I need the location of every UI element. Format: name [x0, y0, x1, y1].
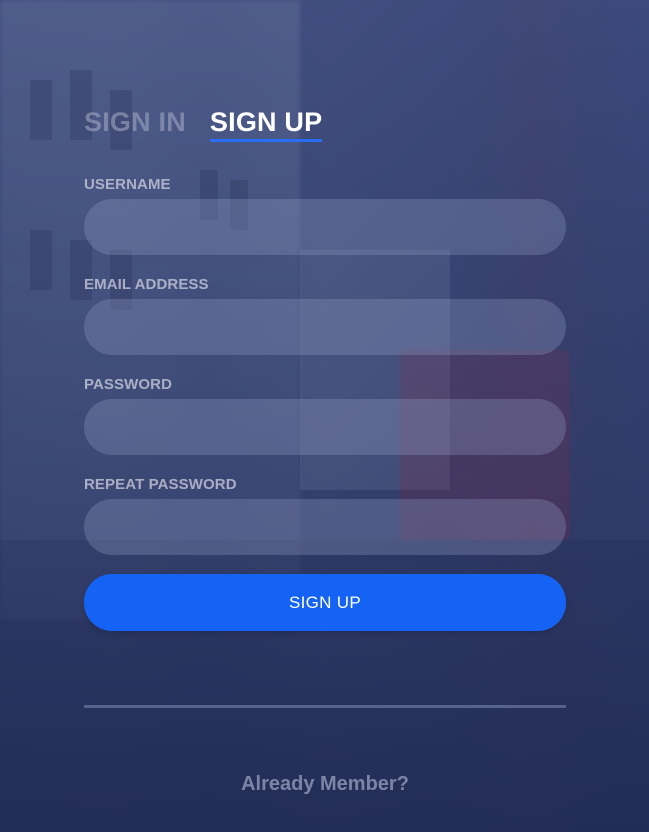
auth-tabs: SIGN IN SIGN UP	[84, 100, 566, 142]
repeat-password-field-group: REPEAT PASSWORD	[84, 476, 566, 555]
repeat-password-label: REPEAT PASSWORD	[84, 476, 237, 493]
signup-form: USERNAME EMAIL ADDRESS PASSWORD REPEAT P…	[84, 176, 566, 631]
email-input[interactable]	[84, 299, 566, 355]
password-input[interactable]	[84, 399, 566, 455]
sign-up-button[interactable]: SIGN UP	[84, 574, 566, 631]
password-field-group: PASSWORD	[84, 376, 566, 455]
password-label: PASSWORD	[84, 376, 173, 393]
repeat-password-input[interactable]	[84, 499, 566, 555]
background-window	[30, 230, 52, 290]
email-label: EMAIL ADDRESS	[84, 276, 209, 293]
tab-sign-in[interactable]: SIGN IN	[84, 107, 186, 142]
already-member-link[interactable]: Already Member?	[84, 773, 566, 796]
username-input[interactable]	[84, 199, 566, 255]
username-field-group: USERNAME	[84, 176, 566, 255]
tab-sign-up[interactable]: SIGN UP	[209, 107, 323, 142]
signup-panel: SIGN IN SIGN UP USERNAME EMAIL ADDRESS P…	[84, 100, 566, 796]
divider	[84, 705, 566, 708]
email-field-group: EMAIL ADDRESS	[84, 276, 566, 355]
username-label: USERNAME	[84, 176, 171, 193]
background-window	[30, 80, 52, 140]
